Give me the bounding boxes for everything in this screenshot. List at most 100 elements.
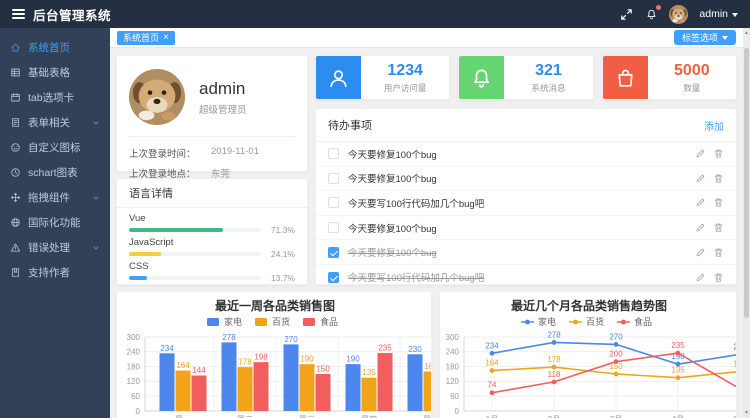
sidebar-item-chart[interactable]: schart图表 <box>0 160 110 185</box>
edit-icon[interactable] <box>695 247 706 258</box>
delete-icon[interactable] <box>713 272 724 283</box>
progress-percent: 24.1% <box>267 249 295 259</box>
sidebar-item-table[interactable]: 基础表格 <box>0 60 110 85</box>
svg-text:235: 235 <box>378 344 392 353</box>
svg-text:144: 144 <box>192 366 206 375</box>
language-name: JavaScript <box>129 237 295 248</box>
tab-home[interactable]: 系统首页 × <box>117 31 175 45</box>
last-login-time-row: 上次登录时间： 2019-11-01 <box>129 143 295 163</box>
hamburger-menu-icon[interactable] <box>0 9 25 19</box>
sidebar-item-warning[interactable]: 错误处理 <box>0 235 110 260</box>
close-icon[interactable]: × <box>163 33 169 43</box>
bell-icon <box>459 56 504 100</box>
language-name: Vue <box>129 213 295 224</box>
vertical-scrollbar[interactable]: ▲ ▼ <box>743 28 750 418</box>
sidebar-item-form[interactable]: 表单相关 <box>0 110 110 135</box>
delete-icon[interactable] <box>713 222 724 233</box>
stat-card-user[interactable]: 1234用户访问量 <box>315 55 450 100</box>
support-icon <box>10 267 28 278</box>
svg-text:最近几个月各品类销售趋势图: 最近几个月各品类销售趋势图 <box>511 298 667 313</box>
progress-percent: 13.7% <box>267 273 295 283</box>
svg-text:198: 198 <box>254 353 268 362</box>
chevron-down-icon <box>92 194 100 202</box>
delete-icon[interactable] <box>713 173 724 184</box>
edit-icon[interactable] <box>695 197 706 208</box>
svg-text:最近一周各品类销售图: 最近一周各品类销售图 <box>215 298 335 313</box>
stat-value: 1234 <box>387 62 423 80</box>
edit-icon[interactable] <box>695 222 706 233</box>
svg-text:300: 300 <box>127 333 141 342</box>
todo-checkbox[interactable] <box>328 222 339 233</box>
weekly-sales-bar-chart: 最近一周各品类销售图家电百货食品060120180240300234164144… <box>116 291 432 418</box>
todo-checkbox[interactable] <box>328 272 339 283</box>
todo-text: 今天要写100行代码加几个bug吧 <box>348 270 695 284</box>
username-label: admin <box>699 8 728 20</box>
svg-text:230: 230 <box>408 345 422 354</box>
language-progress-css: CSS13.7% <box>129 261 295 283</box>
todo-item: 今天要修复100个bug <box>316 240 736 265</box>
delete-icon[interactable] <box>713 148 724 159</box>
sidebar-item-support[interactable]: 支持作者 <box>0 260 110 285</box>
svg-text:0: 0 <box>136 407 141 416</box>
sidebar-item-label: schart图表 <box>28 165 78 180</box>
sidebar-item-home[interactable]: 系统首页 <box>0 35 110 60</box>
progress-percent: 71.3% <box>267 225 295 235</box>
home-icon <box>10 42 28 53</box>
monthly-trend-line-chart: 最近几个月各品类销售趋势图家电百货食品1月2月3月4月5月06012018024… <box>439 291 737 418</box>
scrollbar-thumb[interactable] <box>744 48 749 318</box>
todo-checkbox[interactable] <box>328 173 339 184</box>
svg-text:230: 230 <box>733 342 737 351</box>
stat-card-bag[interactable]: 5000数量 <box>602 55 737 100</box>
notification-bell-icon[interactable] <box>644 7 658 21</box>
svg-text:240: 240 <box>446 348 460 357</box>
svg-text:240: 240 <box>127 348 141 357</box>
user-avatar[interactable] <box>669 5 688 24</box>
svg-text:家电: 家电 <box>538 316 556 327</box>
todo-text: 今天要写100行代码加几个bug吧 <box>348 196 695 210</box>
delete-icon[interactable] <box>713 247 724 258</box>
user-menu[interactable]: admin <box>699 8 738 20</box>
delete-icon[interactable] <box>713 197 724 208</box>
todo-checkbox[interactable] <box>328 148 339 159</box>
svg-text:190: 190 <box>346 355 360 364</box>
user-icon <box>316 56 361 100</box>
todo-item: 今天要写100行代码加几个bug吧 <box>316 191 736 216</box>
stat-label: 数量 <box>683 82 700 94</box>
todo-checkbox[interactable] <box>328 197 339 208</box>
progress-fill <box>129 276 147 281</box>
sidebar-item-label: 错误处理 <box>28 240 70 255</box>
tag-options-button[interactable]: 标签选项 <box>674 30 736 45</box>
scroll-down-arrow[interactable]: ▼ <box>743 408 750 418</box>
svg-text:160: 160 <box>424 362 432 371</box>
sidebar-item-drag[interactable]: 拖拽组件 <box>0 185 110 210</box>
sidebar-item-smile[interactable]: 自定义图标 <box>0 135 110 160</box>
todo-item: 今天要修复100个bug <box>316 142 736 167</box>
chart-icon <box>10 167 28 178</box>
progress-track <box>129 252 261 257</box>
stat-card-bell[interactable]: 321系统消息 <box>458 55 593 100</box>
progress-track <box>129 276 261 281</box>
scroll-up-arrow[interactable]: ▲ <box>743 28 750 38</box>
svg-text:180: 180 <box>446 362 460 371</box>
sidebar-item-tabs[interactable]: tab选项卡 <box>0 85 110 110</box>
sidebar-item-globe[interactable]: 国际化功能 <box>0 210 110 235</box>
svg-text:270: 270 <box>609 332 623 341</box>
svg-text:135: 135 <box>362 368 376 377</box>
globe-icon <box>10 217 28 228</box>
sidebar-item-label: 拖拽组件 <box>28 190 70 205</box>
todo-title: 待办事项 <box>328 117 372 133</box>
svg-text:190: 190 <box>300 355 314 364</box>
svg-text:300: 300 <box>446 333 460 342</box>
svg-text:278: 278 <box>222 333 236 342</box>
edit-icon[interactable] <box>695 173 706 184</box>
sidebar-item-label: 基础表格 <box>28 65 70 80</box>
edit-icon[interactable] <box>695 148 706 159</box>
todo-add-button[interactable]: 添加 <box>704 118 724 133</box>
bag-icon <box>603 56 648 100</box>
svg-text:164: 164 <box>485 359 499 368</box>
todo-checkbox[interactable] <box>328 247 339 258</box>
svg-text:270: 270 <box>284 335 298 344</box>
edit-icon[interactable] <box>695 272 706 283</box>
fullscreen-icon[interactable] <box>619 7 633 21</box>
line-chart-canvas: 最近几个月各品类销售趋势图家电百货食品1月2月3月4月5月06012018024… <box>440 292 737 418</box>
